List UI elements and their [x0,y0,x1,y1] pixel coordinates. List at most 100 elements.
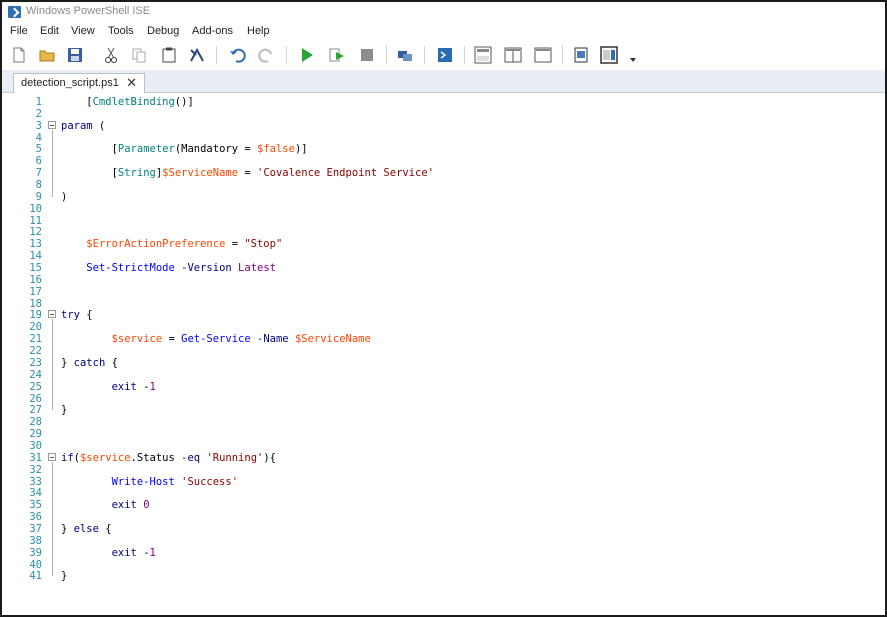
fold-guide [52,461,53,577]
copy-icon[interactable] [130,46,148,64]
code-line[interactable]: 33 Write-Host 'Success' [2,476,885,488]
line-number: 21 [29,333,42,346]
code-line[interactable]: 22 [2,345,885,357]
toolbar-overflow-icon[interactable] [630,58,636,64]
code-line[interactable]: 13 $ErrorActionPreference = "Stop" [2,238,885,250]
new-script-icon[interactable] [10,46,28,64]
open-folder-icon[interactable] [38,46,56,64]
code-line[interactable]: 7 [String]$ServiceName = 'Covalence Endp… [2,167,885,179]
show-command-addon-icon[interactable] [600,46,618,64]
code-line[interactable]: 6 [2,155,885,167]
menu-tools[interactable]: Tools [108,25,134,37]
code-text: exit -1 [111,546,156,559]
script-editor[interactable]: 1 [CmdletBinding()] 2 3 param (4 5 [Paramete… [2,93,885,615]
code-line[interactable]: 9) [2,191,885,203]
code-line[interactable]: 1 [CmdletBinding()] [2,96,885,108]
code-line[interactable]: 34 [2,487,885,499]
code-line[interactable]: 4 [2,132,885,144]
code-text: } catch { [61,356,118,369]
code-line[interactable]: 21 $service = Get-Service -Name $Service… [2,333,885,345]
title-bar: Windows PowerShell ISE [2,2,885,22]
collapse-icon[interactable] [48,120,56,129]
show-script-maximized-icon[interactable] [534,46,552,64]
show-script-top-icon[interactable] [474,46,492,64]
code-line[interactable]: 31 if($service.Status -eq 'Running'){ [2,452,885,464]
code-line[interactable]: 19 try { [2,309,885,321]
collapse-icon[interactable] [48,452,56,461]
code-line[interactable]: 17 [2,286,885,298]
show-command-window-icon[interactable] [572,46,590,64]
code-line[interactable]: 15 Set-StrictMode -Version Latest [2,262,885,274]
menu-edit[interactable]: Edit [40,25,59,37]
undo-icon[interactable] [228,46,246,64]
toolbar-separator [562,46,563,64]
code-line[interactable]: 2 [2,108,885,120]
code-line[interactable]: 14 [2,250,885,262]
code-text: param ( [61,119,106,132]
code-line[interactable]: 26 [2,393,885,405]
new-remote-tab-icon[interactable] [396,46,414,64]
menu-addons[interactable]: Add-ons [192,25,233,37]
code-line[interactable]: 5 [Parameter(Mandatory = $false)] [2,143,885,155]
code-line[interactable]: 12 [2,226,885,238]
code-line[interactable]: 32 [2,464,885,476]
code-line[interactable]: 18 [2,298,885,310]
line-number: 25 [29,380,42,393]
toolbar-separator [286,46,287,64]
tab-detection-script[interactable]: detection_script.ps1 ✕ [13,73,145,93]
menu-debug[interactable]: Debug [147,25,179,37]
line-number: 38 [29,534,42,547]
code-line[interactable]: 37} else { [2,523,885,535]
code-line[interactable]: 39 exit -1 [2,547,885,559]
line-number: 18 [29,297,42,310]
show-script-right-icon[interactable] [504,46,522,64]
code-line[interactable]: 28 [2,416,885,428]
redo-icon[interactable] [258,46,276,64]
powershell-ise-icon [8,6,21,18]
code-line[interactable]: 29 [2,428,885,440]
code-line[interactable]: 30 [2,440,885,452]
code-line[interactable]: 35 exit 0 [2,499,885,511]
code-line[interactable]: 3 param ( [2,120,885,132]
line-number: 19 [29,309,42,322]
code-line[interactable]: 25 exit -1 [2,381,885,393]
code-text: Set-StrictMode -Version Latest [86,262,276,275]
clear-console-icon[interactable] [188,46,206,64]
code-line[interactable]: 41} [2,570,885,582]
code-line[interactable]: 38 [2,535,885,547]
line-number: 15 [29,262,42,275]
paste-icon[interactable] [160,46,178,64]
line-number: 24 [29,368,42,381]
menu-file[interactable]: File [10,25,28,37]
code-line[interactable]: 27} [2,404,885,416]
close-icon[interactable]: ✕ [126,75,137,91]
code-line[interactable]: 40 [2,559,885,571]
line-number: 7 [35,167,42,180]
line-number: 36 [29,511,42,524]
code-line[interactable]: 24 [2,369,885,381]
run-script-icon[interactable] [298,46,316,64]
line-number: 8 [35,179,42,192]
code-line[interactable]: 23} catch { [2,357,885,369]
code-line[interactable]: 20 [2,321,885,333]
powershell-console-icon[interactable] [436,46,454,64]
line-number: 2 [35,107,42,120]
menu-bar: File Edit View Tools Debug Add-ons Help [2,22,885,40]
menu-view[interactable]: View [71,25,95,37]
code-line[interactable]: 36 [2,511,885,523]
cut-icon[interactable] [102,46,120,64]
code-line[interactable]: 11 [2,215,885,227]
code-line[interactable]: 16 [2,274,885,286]
run-selection-icon[interactable] [328,46,346,64]
line-number: 40 [29,558,42,571]
window-title: Windows PowerShell ISE [26,5,151,17]
line-number: 30 [29,439,42,452]
save-icon[interactable] [66,46,84,64]
code-text: $service = Get-Service -Name $ServiceNam… [111,333,371,346]
line-number: 28 [29,416,42,429]
code-line[interactable]: 10 [2,203,885,215]
collapse-icon[interactable] [48,310,56,319]
stop-operation-icon[interactable] [358,46,376,64]
menu-help[interactable]: Help [247,25,270,37]
code-line[interactable]: 8 [2,179,885,191]
